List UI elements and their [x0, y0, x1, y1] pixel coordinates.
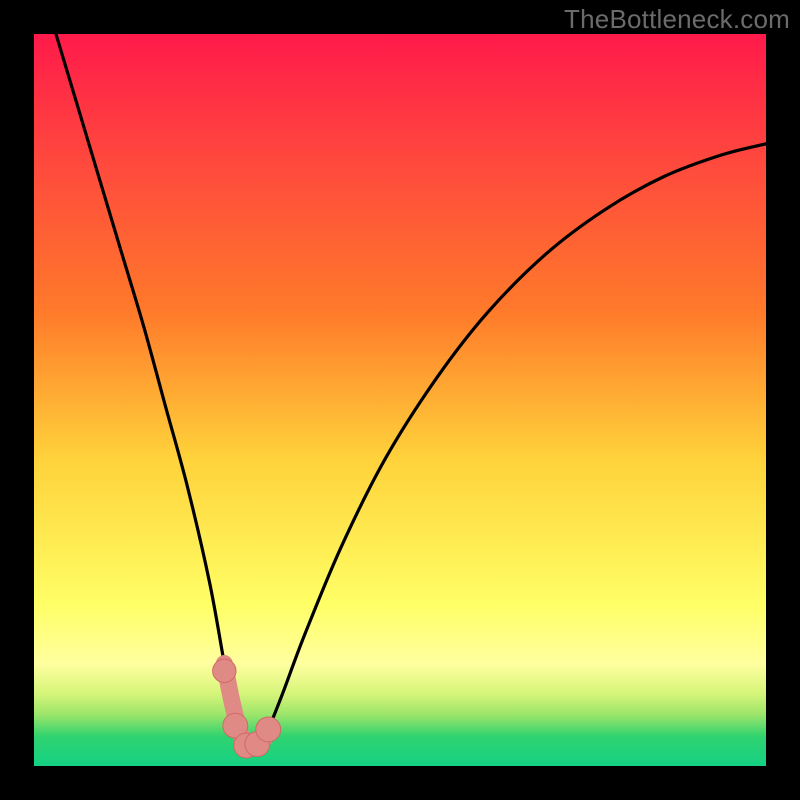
- gradient-background: [34, 34, 766, 766]
- bottleneck-chart: [34, 34, 766, 766]
- watermark-text: TheBottleneck.com: [564, 4, 790, 35]
- chart-frame: TheBottleneck.com: [0, 0, 800, 800]
- plot-area: [34, 34, 766, 766]
- curve-marker: [256, 717, 281, 742]
- curve-marker: [213, 659, 236, 682]
